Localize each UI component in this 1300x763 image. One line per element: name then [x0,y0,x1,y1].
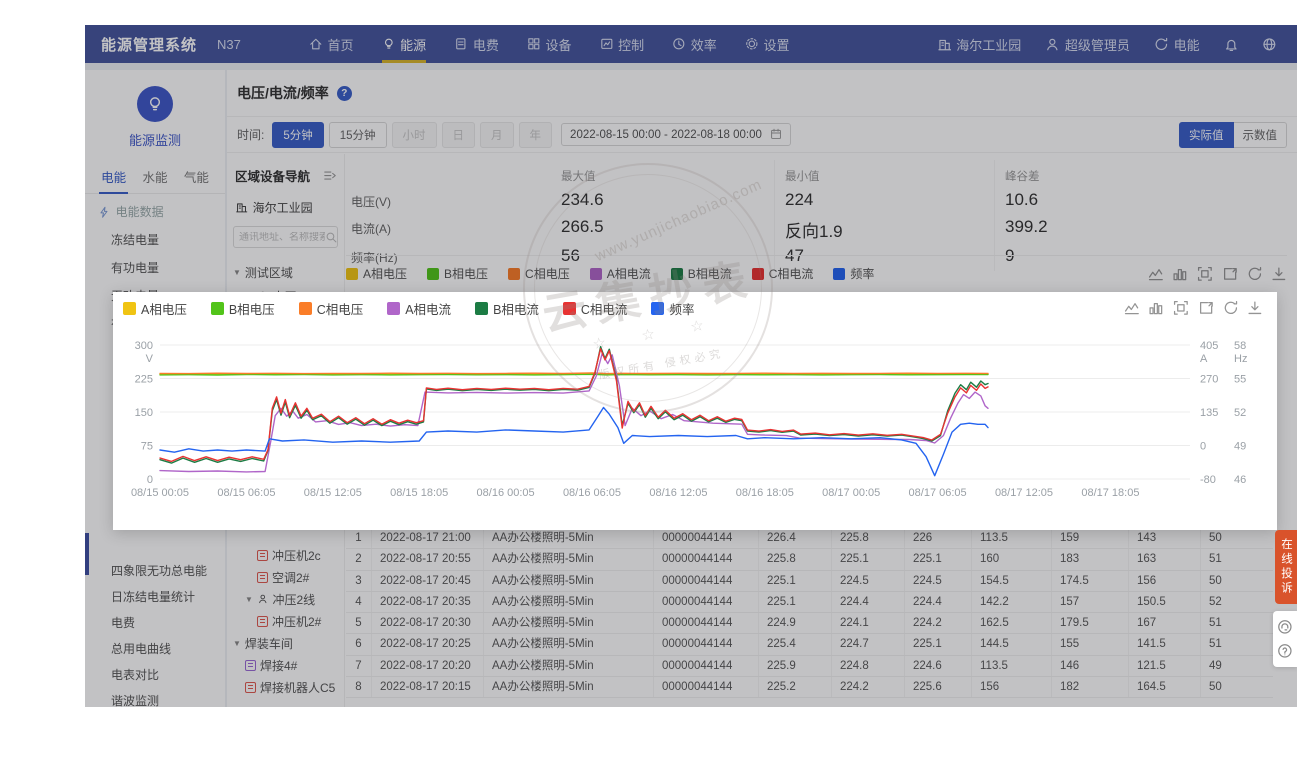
svg-text:0: 0 [147,474,153,486]
svg-text:58: 58 [1234,340,1246,352]
svg-text:08/17 06:05: 08/17 06:05 [909,487,967,499]
svg-text:08/17 18:05: 08/17 18:05 [1081,487,1139,499]
svg-text:52: 52 [1234,407,1246,419]
svg-text:46: 46 [1234,474,1246,486]
svg-text:08/17 00:05: 08/17 00:05 [822,487,880,499]
svg-text:08/16 00:05: 08/16 00:05 [477,487,535,499]
svg-text:08/16 12:05: 08/16 12:05 [649,487,707,499]
svg-text:08/16 18:05: 08/16 18:05 [736,487,794,499]
svg-text:55: 55 [1234,374,1246,386]
svg-text:08/16 06:05: 08/16 06:05 [563,487,621,499]
svg-text:08/15 06:05: 08/15 06:05 [217,487,275,499]
svg-text:225: 225 [135,374,153,386]
svg-text:V: V [146,353,154,365]
svg-text:49: 49 [1234,441,1246,453]
service-icon[interactable] [1277,619,1293,635]
svg-text:150: 150 [135,407,153,419]
help-float-icon[interactable] [1277,643,1293,659]
chart-popup: A相电压B相电压C相电压A相电流B相电流C相电流频率 300225150750V… [113,292,1277,530]
svg-text:08/15 18:05: 08/15 18:05 [390,487,448,499]
svg-text:0: 0 [1200,441,1206,453]
page: 能源管理系统 N37 首页能源电费设备控制效率设置 海尔工业园超级管理员电能 能… [0,0,1300,763]
online-complaint-tab[interactable]: 在线投诉 [1275,530,1297,604]
svg-text:08/15 00:05: 08/15 00:05 [131,487,189,499]
svg-text:08/15 12:05: 08/15 12:05 [304,487,362,499]
svg-text:A: A [1200,353,1208,365]
svg-text:08/17 12:05: 08/17 12:05 [995,487,1053,499]
svg-text:405: 405 [1200,340,1218,352]
svg-text:135: 135 [1200,407,1218,419]
svg-text:270: 270 [1200,374,1218,386]
svg-text:Hz: Hz [1234,353,1247,365]
line-chart[interactable]: 300 225 150 75 0 V 405 270 135 0 -80 A 58 55 52 49 46 Hz 0… [113,292,1277,530]
svg-text:75: 75 [141,441,153,453]
svg-text:300: 300 [135,340,153,352]
floating-helper-stack [1273,611,1297,667]
svg-text:-80: -80 [1200,474,1216,486]
app-window: 能源管理系统 N37 首页能源电费设备控制效率设置 海尔工业园超级管理员电能 能… [85,25,1297,707]
